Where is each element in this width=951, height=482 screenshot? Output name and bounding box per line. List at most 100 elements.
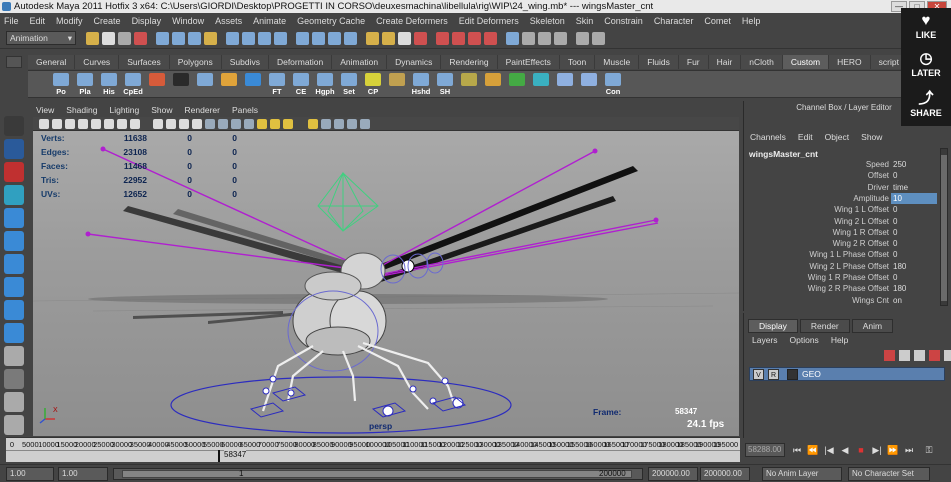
menu-create[interactable]: Create bbox=[94, 16, 121, 26]
viewport-option-icon[interactable] bbox=[347, 119, 357, 129]
toolbox-tool-icon[interactable] bbox=[4, 369, 24, 389]
scroll-thumb[interactable] bbox=[941, 155, 947, 301]
toolbox-tool-icon[interactable] bbox=[4, 185, 24, 205]
viewport-option-icon[interactable] bbox=[130, 119, 140, 129]
toolbar-tool-icon[interactable] bbox=[156, 32, 169, 45]
channel-menu-show[interactable]: Show bbox=[861, 132, 882, 142]
menu-set-dropdown[interactable]: Animation bbox=[6, 31, 76, 45]
menu-assets[interactable]: Assets bbox=[215, 16, 242, 26]
go-to-end-icon[interactable]: ⏭ bbox=[903, 444, 915, 456]
viewport-menu-lighting[interactable]: Lighting bbox=[109, 105, 139, 117]
attribute-value[interactable]: 10 bbox=[891, 192, 937, 204]
menu-geometry-cache[interactable]: Geometry Cache bbox=[297, 16, 365, 26]
attribute-row[interactable]: Offset 0 bbox=[744, 170, 937, 181]
menu-file[interactable]: File bbox=[4, 16, 19, 26]
toolbox-tool-icon[interactable] bbox=[4, 116, 24, 136]
shelf-tab-polygons[interactable]: Polygons bbox=[169, 55, 222, 69]
menu-animate[interactable]: Animate bbox=[253, 16, 286, 26]
step-back-icon[interactable]: ⏪ bbox=[807, 444, 819, 456]
share-button[interactable]: ⤴ SHARE bbox=[901, 90, 951, 118]
toolbox-tool-icon[interactable] bbox=[4, 392, 24, 412]
shelf-button[interactable] bbox=[218, 71, 240, 99]
character-set-dropdown[interactable]: No Character Set bbox=[848, 467, 930, 481]
shelf-tab-general[interactable]: General bbox=[28, 55, 76, 69]
toolbar-tool-icon[interactable] bbox=[118, 32, 131, 45]
shelf-button[interactable]: Pla bbox=[74, 71, 96, 99]
attribute-row[interactable]: Wing 2 L Phase Offset 180 bbox=[744, 261, 937, 272]
shelf-tab-deformation[interactable]: Deformation bbox=[268, 55, 333, 69]
toolbar-tool-icon[interactable] bbox=[274, 32, 287, 45]
shelf-button[interactable]: SH bbox=[434, 71, 456, 99]
shelf-button[interactable]: CE bbox=[290, 71, 312, 99]
viewport-option-icon[interactable] bbox=[153, 119, 163, 129]
toolbar-tool-icon[interactable] bbox=[344, 32, 357, 45]
shelf-tab-animation[interactable]: Animation bbox=[332, 55, 388, 69]
shelf-button[interactable] bbox=[458, 71, 480, 99]
menu-display[interactable]: Display bbox=[132, 16, 162, 26]
viewport-option-icon[interactable] bbox=[117, 119, 127, 129]
shelf-tab-dynamics[interactable]: Dynamics bbox=[387, 55, 442, 69]
toolbar-tool-icon[interactable] bbox=[436, 32, 449, 45]
playback-start-field[interactable]: 1.00 bbox=[58, 467, 108, 481]
attribute-row[interactable]: Amplitude 10 bbox=[744, 192, 937, 204]
viewport-option-icon[interactable] bbox=[321, 119, 331, 129]
prev-key-icon[interactable]: |◀ bbox=[823, 444, 835, 456]
channel-box-scrollbar[interactable] bbox=[940, 148, 948, 306]
shelf-tab-fluids[interactable]: Fluids bbox=[639, 55, 679, 69]
menu-constrain[interactable]: Constrain bbox=[604, 16, 643, 26]
viewport-option-icon[interactable] bbox=[192, 119, 202, 129]
toolbar-tool-icon[interactable] bbox=[204, 32, 217, 45]
toolbar-tool-icon[interactable] bbox=[506, 32, 519, 45]
layer-tab-anim[interactable]: Anim bbox=[851, 319, 894, 333]
attribute-row[interactable]: Wing 1 L Phase Offset 0 bbox=[744, 249, 937, 260]
toolbar-tool-icon[interactable] bbox=[538, 32, 551, 45]
shelf-tab-painteffects[interactable]: PaintEffects bbox=[497, 55, 560, 69]
shelf-button[interactable] bbox=[506, 71, 528, 99]
viewport-option-icon[interactable] bbox=[257, 119, 267, 129]
attribute-row[interactable]: Speed 250 bbox=[744, 159, 937, 170]
shelf-tab-hair[interactable]: Hair bbox=[708, 55, 742, 69]
layer-color-swatch[interactable] bbox=[787, 369, 798, 380]
like-button[interactable]: ♥ LIKE bbox=[901, 12, 951, 40]
viewport-option-icon[interactable] bbox=[283, 119, 293, 129]
attribute-row[interactable]: Wing 2 L Offset 0 bbox=[744, 216, 937, 227]
toolbar-tool-icon[interactable] bbox=[258, 32, 271, 45]
attribute-row[interactable]: Wing 1 L Offset 0 bbox=[744, 204, 937, 215]
shelf-button[interactable]: His bbox=[98, 71, 120, 99]
shelf-tab-muscle[interactable]: Muscle bbox=[595, 55, 640, 69]
wings-master-locator[interactable] bbox=[317, 171, 379, 232]
shelf-tab-ncloth[interactable]: nCloth bbox=[741, 55, 783, 69]
shelf-menu-icon[interactable] bbox=[6, 56, 22, 68]
attribute-value[interactable]: 0 bbox=[891, 204, 937, 215]
playback-end-field[interactable]: 200000.00 bbox=[648, 467, 698, 481]
shelf-tab-custom[interactable]: Custom bbox=[782, 55, 830, 69]
toolbar-tool-icon[interactable] bbox=[188, 32, 201, 45]
shelf-button[interactable] bbox=[194, 71, 216, 99]
attribute-value[interactable]: 0 bbox=[891, 170, 937, 181]
layer-tab-display[interactable]: Display bbox=[748, 319, 798, 333]
delete-layer-icon[interactable] bbox=[929, 350, 940, 361]
layer-visibility-toggle[interactable]: V bbox=[753, 369, 764, 380]
shelf-button[interactable] bbox=[170, 71, 192, 99]
viewport-menu-view[interactable]: View bbox=[36, 105, 54, 117]
toolbar-tool-icon[interactable] bbox=[468, 32, 481, 45]
viewport-option-icon[interactable] bbox=[91, 119, 101, 129]
shelf-tab-surfaces[interactable]: Surfaces bbox=[119, 55, 170, 69]
toolbox-tool-icon[interactable] bbox=[4, 208, 24, 228]
attribute-value[interactable]: 0 bbox=[891, 238, 937, 249]
current-frame-field[interactable]: 58288.00 bbox=[745, 443, 785, 457]
step-forward-icon[interactable]: ⏩ bbox=[887, 444, 899, 456]
viewport-option-icon[interactable] bbox=[360, 119, 370, 129]
toolbox-tool-icon[interactable] bbox=[4, 415, 24, 435]
menu-edit-deformers[interactable]: Edit Deformers bbox=[459, 16, 519, 26]
shelf-button[interactable] bbox=[530, 71, 552, 99]
attribute-value[interactable]: 0 bbox=[891, 272, 937, 283]
layer-menu-options[interactable]: Options bbox=[790, 335, 819, 345]
attribute-value[interactable]: 180 bbox=[891, 261, 937, 272]
shelf-button[interactable]: Con bbox=[602, 71, 624, 99]
toolbar-tool-icon[interactable] bbox=[452, 32, 465, 45]
attribute-value[interactable]: 0 bbox=[891, 227, 937, 238]
layer-options-icon[interactable] bbox=[944, 350, 951, 361]
empty-layer-icon[interactable] bbox=[914, 350, 925, 361]
viewport-menu-renderer[interactable]: Renderer bbox=[185, 105, 220, 117]
